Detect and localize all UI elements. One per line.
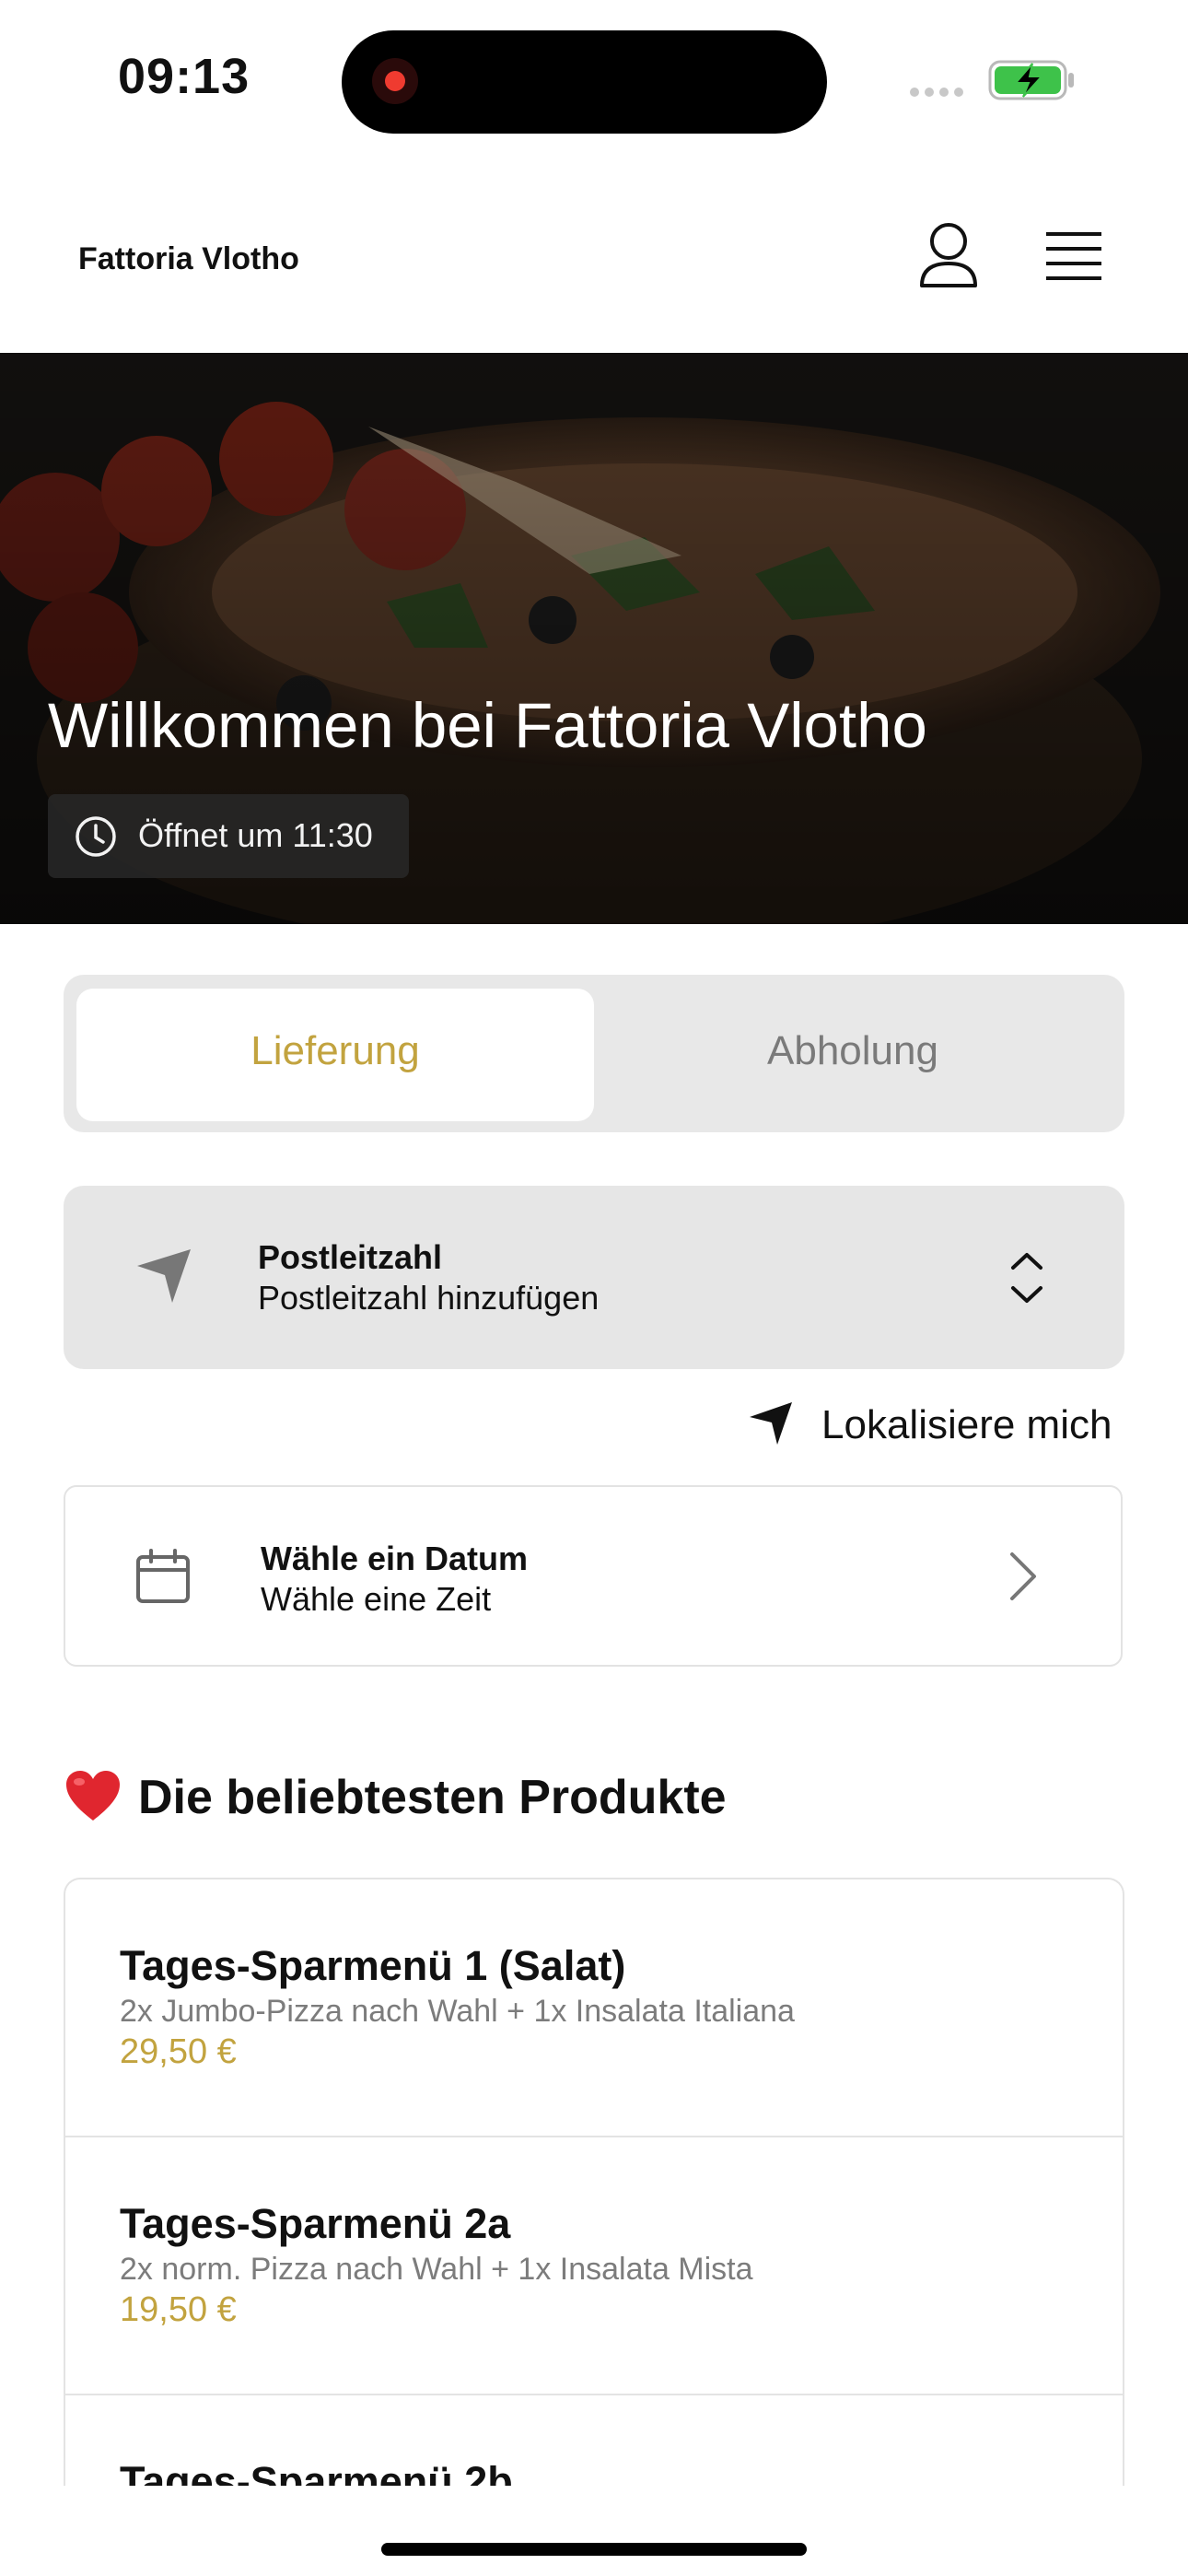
postcode-label: Postleitzahl xyxy=(258,1238,443,1276)
signal-icon xyxy=(910,85,969,101)
date-label: Wähle ein Datum xyxy=(261,1540,529,1577)
battery-charging-icon xyxy=(988,60,1074,100)
postcode-selector[interactable] xyxy=(64,1186,1124,1369)
locate-arrow-icon[interactable] xyxy=(748,1400,794,1446)
location-arrow-icon xyxy=(137,1249,191,1303)
product-price: 29,50 € xyxy=(120,2032,237,2071)
product-name: Tages-Sparmenü 2a xyxy=(120,2200,511,2247)
chevron-right-icon xyxy=(1010,1552,1036,1600)
product-description: 2x norm. Pizza nach Wahl + 1x Insalata M… xyxy=(120,2252,753,2287)
chevron-up-down-icon xyxy=(1011,1253,1042,1303)
user-icon[interactable] xyxy=(916,221,981,291)
list-item[interactable]: Tages-Sparmenü 2b xyxy=(65,2395,1123,2486)
opening-text: Öffnet um 11:30 xyxy=(138,816,373,854)
postcode-placeholder: Postleitzahl hinzufügen xyxy=(258,1279,600,1317)
list-item[interactable]: Tages-Sparmenü 1 (Salat) 2x Jumbo-Pizza … xyxy=(65,1879,1123,2137)
calendar-icon xyxy=(136,1549,190,1603)
list-item[interactable]: Tages-Sparmenü 2a 2x norm. Pizza nach Wa… xyxy=(65,2137,1123,2395)
date-time-selector[interactable] xyxy=(64,1485,1123,1667)
section-title-popular: Die beliebtesten Produkte xyxy=(138,1771,727,1824)
product-description: 2x Jumbo-Pizza nach Wahl + 1x Insalata I… xyxy=(120,1994,795,2029)
menu-icon[interactable] xyxy=(1042,230,1105,284)
opening-badge: Öffnet um 11:30 xyxy=(48,794,409,878)
recording-dot-icon xyxy=(385,71,405,91)
home-indicator[interactable] xyxy=(381,2543,807,2556)
locate-me-link[interactable]: Lokalisiere mich xyxy=(821,1402,1112,1448)
product-name: Tages-Sparmenü 2b xyxy=(120,2458,513,2486)
status-time: 09:13 xyxy=(118,49,250,104)
tab-delivery[interactable]: Lieferung xyxy=(76,1028,594,1074)
product-price: 19,50 € xyxy=(120,2290,237,2329)
heart-icon xyxy=(66,1771,120,1821)
product-list: Tages-Sparmenü 1 (Salat) 2x Jumbo-Pizza … xyxy=(64,1878,1124,2486)
time-label: Wähle eine Zeit xyxy=(261,1580,492,1618)
tab-pickup[interactable]: Abholung xyxy=(594,1028,1112,1074)
hero-title: Willkommen bei Fattoria Vlotho xyxy=(48,690,927,761)
clock-icon xyxy=(76,816,116,857)
product-name: Tages-Sparmenü 1 (Salat) xyxy=(120,1942,626,1989)
brand-name[interactable]: Fattoria Vlotho xyxy=(78,241,299,277)
